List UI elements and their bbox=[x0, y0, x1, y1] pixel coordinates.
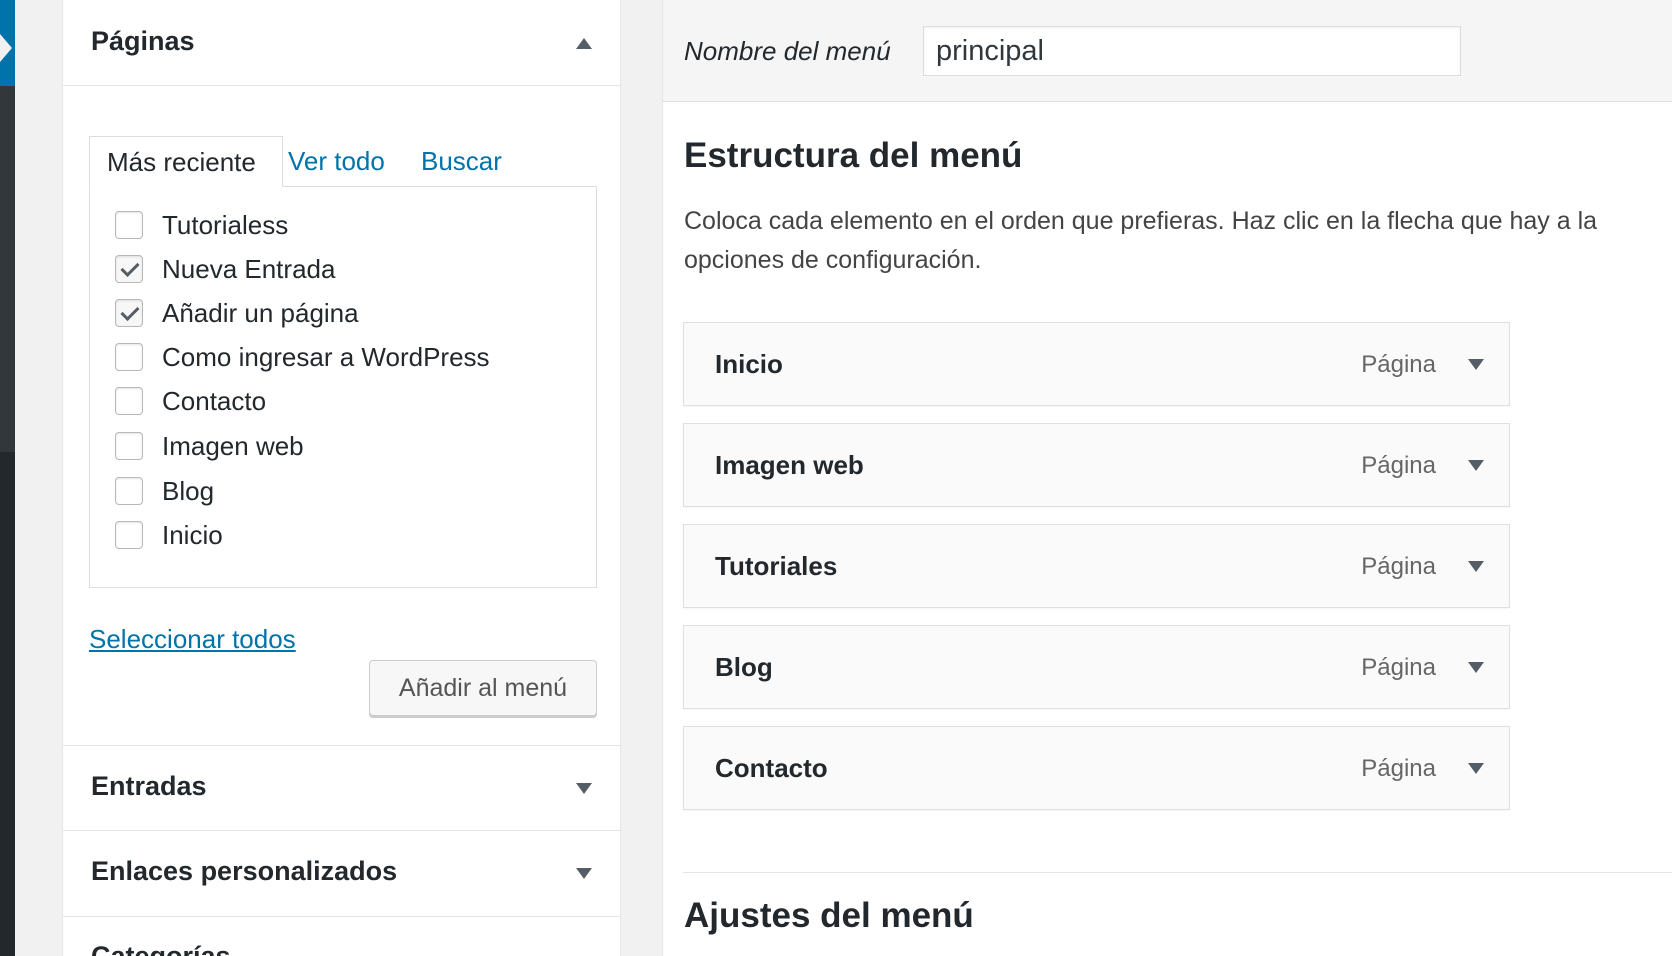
page-checkbox[interactable] bbox=[115, 432, 143, 460]
expand-arrow-icon[interactable] bbox=[576, 783, 592, 794]
page-option-label: Blog bbox=[162, 476, 215, 506]
expand-arrow-icon[interactable] bbox=[576, 868, 592, 879]
tab-most-recent[interactable]: Más reciente bbox=[89, 136, 283, 187]
page-checkbox[interactable] bbox=[115, 299, 143, 327]
active-indicator-arrow-icon bbox=[0, 34, 12, 62]
menu-header: Nombre del menú principal bbox=[663, 0, 1672, 102]
tab-view-all[interactable]: Ver todo bbox=[288, 136, 385, 186]
menu-item[interactable]: Contacto Página bbox=[683, 726, 1510, 810]
accordion-enlaces-title: Enlaces personalizados bbox=[91, 856, 398, 886]
menu-item-type: Página bbox=[1361, 755, 1436, 782]
menu-item-type: Página bbox=[1361, 351, 1436, 378]
page-checkbox[interactable] bbox=[115, 477, 143, 505]
add-menu-items-panel: Páginas Más reciente Ver todo Buscar Tut… bbox=[62, 0, 621, 956]
expand-arrow-icon[interactable] bbox=[1468, 460, 1484, 471]
select-all-link[interactable]: Seleccionar todos bbox=[89, 624, 296, 655]
accordion-enlaces-header[interactable]: Enlaces personalizados bbox=[63, 831, 620, 917]
pages-checklist: Tutorialess Nueva Entrada Añadir un pági… bbox=[89, 186, 597, 588]
menu-item-title: Contacto bbox=[715, 753, 828, 783]
page-option-label: Nueva Entrada bbox=[162, 254, 336, 284]
page-option-label: Imagen web bbox=[162, 431, 304, 461]
page-checkbox[interactable] bbox=[115, 387, 143, 415]
menu-item-title: Inicio bbox=[715, 349, 783, 379]
expand-arrow-icon[interactable] bbox=[1468, 561, 1484, 572]
menu-item[interactable]: Imagen web Página bbox=[683, 423, 1510, 507]
menu-structure-description: Coloca cada elemento en el orden que pre… bbox=[684, 202, 1672, 280]
accordion-entradas-header[interactable]: Entradas bbox=[63, 745, 620, 831]
page-checkbox[interactable] bbox=[115, 343, 143, 371]
admin-sidebar bbox=[0, 0, 15, 956]
menu-management: Nombre del menú principal Estructura del… bbox=[662, 0, 1672, 956]
add-to-menu-button[interactable]: Añadir al menú bbox=[369, 660, 597, 716]
menu-item-type: Página bbox=[1361, 452, 1436, 479]
description-line: Coloca cada elemento en el orden que pre… bbox=[684, 207, 1598, 235]
tab-search[interactable]: Buscar bbox=[421, 136, 502, 186]
menu-item[interactable]: Inicio Página bbox=[683, 322, 1510, 406]
page-option-label: Añadir un página bbox=[162, 298, 359, 328]
menu-item-type: Página bbox=[1361, 654, 1436, 681]
page-checkbox[interactable] bbox=[115, 255, 143, 283]
page-checkbox[interactable] bbox=[115, 211, 143, 239]
expand-arrow-icon[interactable] bbox=[1468, 763, 1484, 774]
collapse-arrow-icon[interactable] bbox=[576, 38, 592, 49]
menu-name-label: Nombre del menú bbox=[684, 36, 891, 66]
accordion-paginas-title: Páginas bbox=[91, 26, 195, 56]
expand-arrow-icon[interactable] bbox=[1468, 662, 1484, 673]
menu-item-title: Imagen web bbox=[715, 450, 864, 480]
menu-item-title: Tutoriales bbox=[715, 551, 838, 581]
menu-item-title: Blog bbox=[715, 652, 773, 682]
description-line: opciones de configuración. bbox=[684, 246, 982, 274]
page-option-label: Contacto bbox=[162, 386, 267, 416]
menu-name-input[interactable]: principal bbox=[923, 26, 1461, 76]
page-option-label: Como ingresar a WordPress bbox=[162, 342, 490, 372]
accordion-entradas-title: Entradas bbox=[91, 771, 207, 801]
section-divider bbox=[683, 872, 1672, 873]
page-option-label: Inicio bbox=[162, 520, 223, 550]
accordion-categorias-header[interactable]: Categorías bbox=[63, 917, 620, 956]
menu-item-type: Página bbox=[1361, 553, 1436, 580]
menu-structure-title: Estructura del menú bbox=[684, 136, 1023, 175]
page-checkbox[interactable] bbox=[115, 521, 143, 549]
expand-arrow-icon[interactable] bbox=[1468, 359, 1484, 370]
accordion-paginas-header[interactable]: Páginas bbox=[63, 0, 620, 86]
accordion-categorias-title: Categorías bbox=[91, 941, 231, 956]
menu-settings-title: Ajustes del menú bbox=[684, 896, 974, 935]
page-option-label: Tutorialess bbox=[162, 210, 289, 240]
menu-item[interactable]: Tutoriales Página bbox=[683, 524, 1510, 608]
menu-item[interactable]: Blog Página bbox=[683, 625, 1510, 709]
